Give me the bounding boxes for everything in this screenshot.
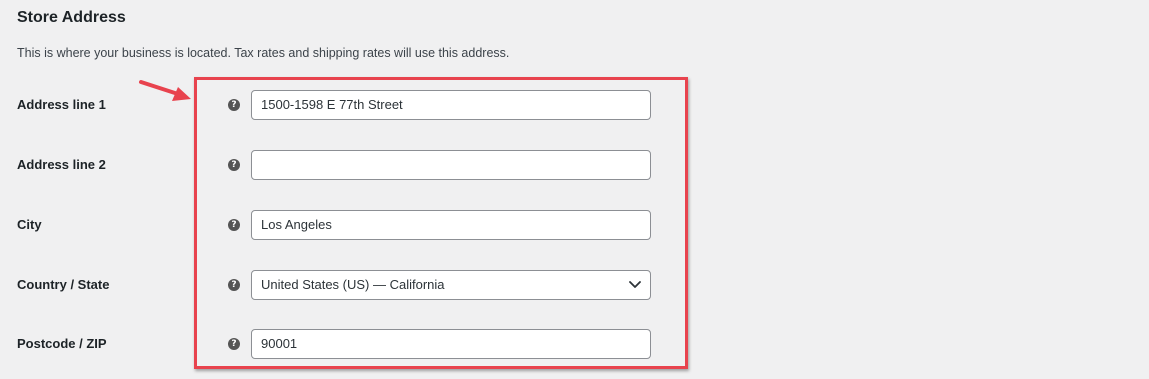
address-line-2-row: Address line 2 ? <box>0 135 1149 195</box>
country-state-label: Country / State <box>17 277 110 292</box>
city-input[interactable]: Los Angeles <box>251 210 651 240</box>
address-line-2-label: Address line 2 <box>17 157 106 172</box>
help-tip-icon[interactable]: ? <box>228 159 240 171</box>
country-state-row: Country / State ? United States (US) — C… <box>0 255 1149 315</box>
help-tip-icon[interactable]: ? <box>228 338 240 350</box>
address-line-1-input[interactable]: 1500-1598 E 77th Street <box>251 90 651 120</box>
address-line-2-input[interactable] <box>251 150 651 180</box>
postcode-input[interactable]: 90001 <box>251 329 651 359</box>
section-description: This is where your business is located. … <box>17 46 510 60</box>
postcode-label: Postcode / ZIP <box>17 336 107 351</box>
country-state-selected-value: United States (US) — California <box>261 277 445 292</box>
address-line-1-label: Address line 1 <box>17 97 106 112</box>
section-title: Store Address <box>17 9 126 26</box>
city-label: City <box>17 217 42 232</box>
postcode-row: Postcode / ZIP ? 90001 <box>0 314 1149 374</box>
chevron-down-icon <box>629 281 641 288</box>
country-state-select[interactable]: United States (US) — California <box>251 270 651 300</box>
address-line-1-row: Address line 1 ? 1500-1598 E 77th Street <box>0 75 1149 135</box>
help-tip-icon[interactable]: ? <box>228 219 240 231</box>
city-row: City ? Los Angeles <box>0 195 1149 255</box>
help-tip-icon[interactable]: ? <box>228 99 240 111</box>
help-tip-icon[interactable]: ? <box>228 279 240 291</box>
